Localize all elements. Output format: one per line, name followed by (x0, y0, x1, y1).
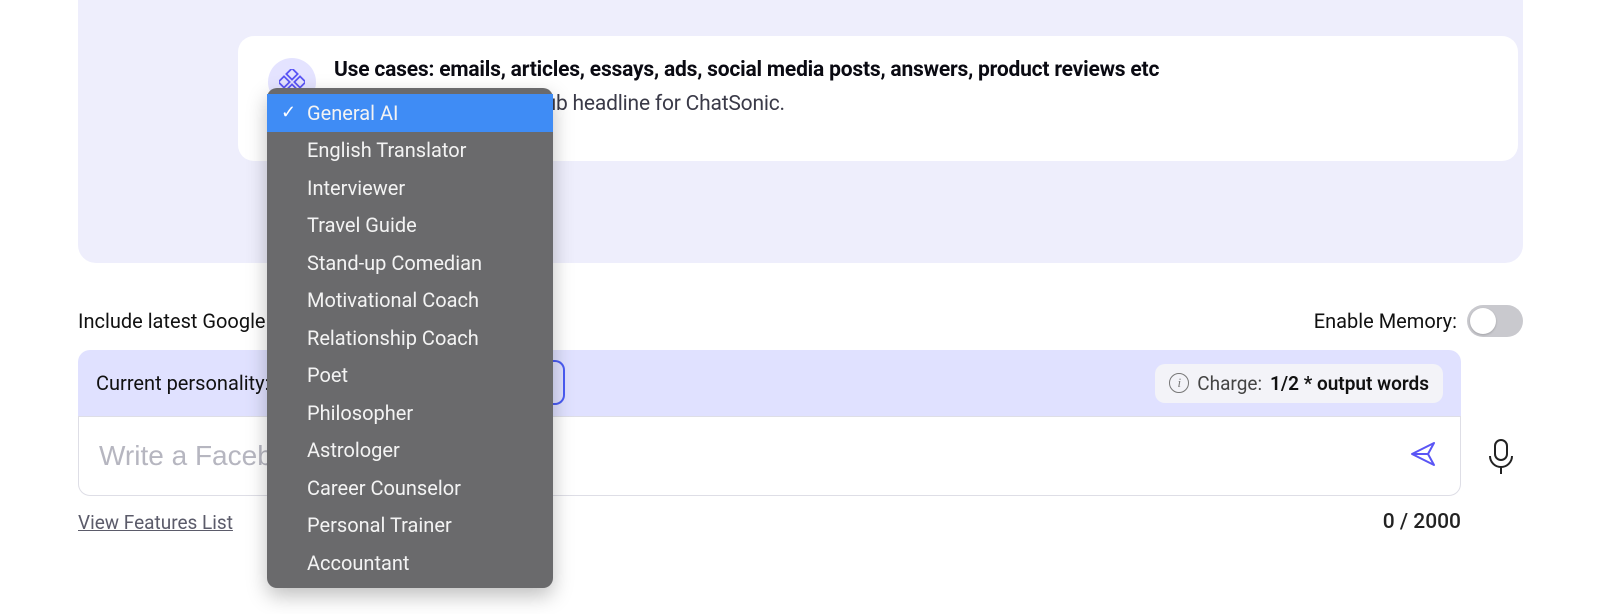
info-icon[interactable]: i (1169, 373, 1189, 393)
dropdown-item-label: Travel Guide (307, 213, 417, 237)
dropdown-item-label: Motivational Coach (307, 288, 479, 312)
enable-memory-toggle[interactable] (1467, 305, 1523, 337)
dropdown-item-label: Philosopher (307, 401, 413, 425)
google-data-label: Include latest Google (78, 309, 266, 333)
dropdown-item-label: Stand-up Comedian (307, 251, 482, 275)
dropdown-item-relationship-coach[interactable]: Relationship Coach (267, 319, 553, 357)
dropdown-item-motivational-coach[interactable]: Motivational Coach (267, 282, 553, 320)
view-features-link[interactable]: View Features List (78, 511, 233, 534)
dropdown-item-label: Astrologer (307, 438, 400, 462)
enable-memory-label: Enable Memory: (1314, 309, 1457, 333)
char-counter: 0 / 2000 (1383, 510, 1461, 534)
charge-pill: i Charge: 1/2 * output words (1155, 364, 1443, 403)
microphone-icon (1484, 436, 1518, 476)
dropdown-item-label: General AI (307, 101, 398, 125)
dropdown-item-general-ai[interactable]: ✓ General AI (267, 94, 553, 132)
dropdown-item-accountant[interactable]: Accountant (267, 544, 553, 582)
dropdown-item-travel-guide[interactable]: Travel Guide (267, 207, 553, 245)
dropdown-item-label: English Translator (307, 138, 466, 162)
dropdown-item-stand-up-comedian[interactable]: Stand-up Comedian (267, 244, 553, 282)
charge-label: Charge: (1197, 372, 1262, 395)
send-icon (1408, 438, 1440, 470)
dropdown-item-label: Relationship Coach (307, 326, 479, 350)
dropdown-item-english-translator[interactable]: English Translator (267, 132, 553, 170)
dropdown-item-label: Career Counselor (307, 476, 461, 500)
microphone-button[interactable] (1484, 436, 1518, 480)
card-title: Use cases: emails, articles, essays, ads… (334, 58, 1488, 82)
dropdown-item-label: Accountant (307, 551, 409, 575)
dropdown-item-career-counselor[interactable]: Career Counselor (267, 469, 553, 507)
personality-label: Current personality: (96, 371, 269, 395)
dropdown-item-label: Personal Trainer (307, 513, 452, 537)
dropdown-item-philosopher[interactable]: Philosopher (267, 394, 553, 432)
charge-value: 1/2 * output words (1270, 372, 1429, 395)
dropdown-item-astrologer[interactable]: Astrologer (267, 432, 553, 470)
dropdown-item-label: Interviewer (307, 176, 405, 200)
dropdown-item-interviewer[interactable]: Interviewer (267, 169, 553, 207)
dropdown-item-personal-trainer[interactable]: Personal Trainer (267, 507, 553, 545)
send-button[interactable] (1408, 438, 1440, 474)
check-icon: ✓ (281, 102, 296, 123)
dropdown-item-label: Poet (307, 363, 348, 387)
dropdown-item-poet[interactable]: Poet (267, 357, 553, 395)
personality-dropdown[interactable]: ✓ General AI English Translator Intervie… (267, 88, 553, 588)
